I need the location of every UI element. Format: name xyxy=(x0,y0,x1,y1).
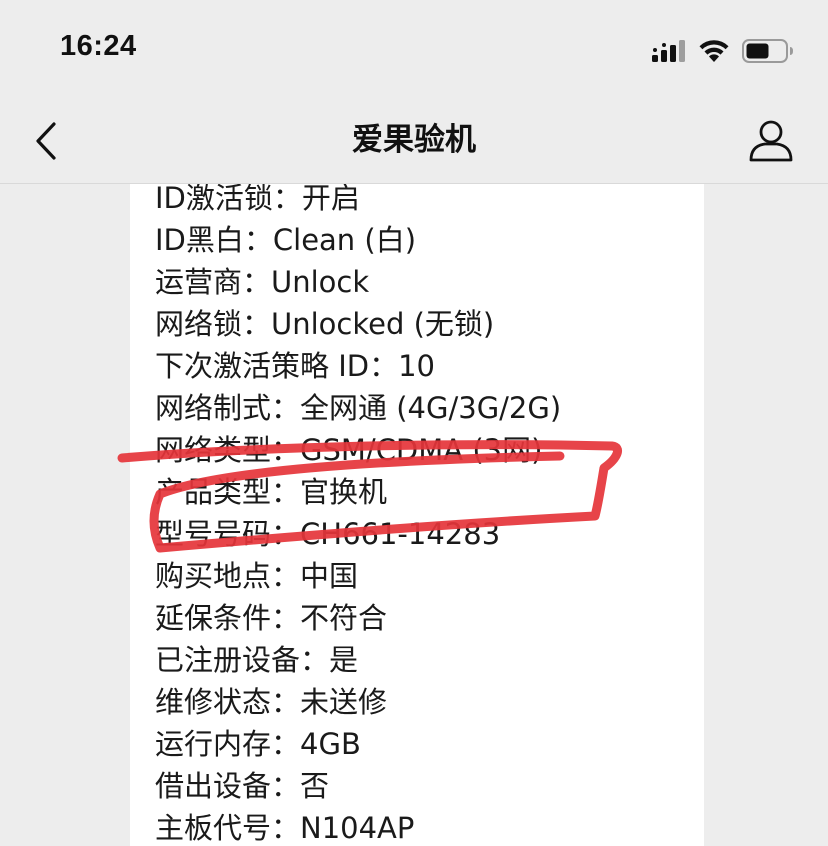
info-label: 主板代号： xyxy=(155,811,301,845)
info-row-registered-device: 已注册设备：是 xyxy=(155,639,561,681)
status-icons xyxy=(652,36,794,66)
info-value: 未送修 xyxy=(300,685,388,719)
info-row-activation-lock: ID激活锁：开启 xyxy=(155,184,561,219)
info-row-network-lock: 网络锁：Unlocked (无锁) xyxy=(155,303,561,345)
info-value: 10 xyxy=(398,349,436,383)
info-label: 运营商： xyxy=(155,265,272,299)
status-bar: 16:24 xyxy=(0,0,828,100)
info-value: 开启 xyxy=(301,184,360,215)
message-image-card: ID激活锁：开启 ID黑白：Clean (白) 运营商：Unlock 网络锁：U… xyxy=(130,184,704,846)
info-value: CH661-14283 xyxy=(300,517,501,551)
status-time: 16:24 xyxy=(60,30,137,62)
info-row-loaner-device: 借出设备：否 xyxy=(155,765,561,807)
info-label: ID黑白： xyxy=(155,223,273,257)
device-info-list: ID激活锁：开启 ID黑白：Clean (白) 运营商：Unlock 网络锁：U… xyxy=(155,184,561,846)
info-row-ram: 运行内存：4GB xyxy=(155,723,561,765)
info-row-network-type: 网络类型：GSM/CDMA (3网) xyxy=(155,429,561,471)
info-value: GSM/CDMA (3网) xyxy=(300,433,543,467)
info-label: 借出设备： xyxy=(155,769,301,803)
wifi-icon xyxy=(699,40,729,62)
info-value: 不符合 xyxy=(300,601,388,635)
info-label: 型号号码： xyxy=(155,517,301,551)
info-row-model-number: 型号号码：CH661-14283 xyxy=(155,513,561,555)
info-label: 网络锁： xyxy=(155,307,272,341)
info-value: 否 xyxy=(300,769,330,803)
info-value: 全网通 (4G/3G/2G) xyxy=(300,391,562,425)
info-label: 网络类型： xyxy=(155,433,301,467)
info-value: Clean (白) xyxy=(272,223,417,257)
info-value: 中国 xyxy=(300,559,359,593)
info-label: 延保条件： xyxy=(155,601,301,635)
info-label: 运行内存： xyxy=(155,727,301,761)
info-row-warranty-extension: 延保条件：不符合 xyxy=(155,597,561,639)
info-label: 下次激活策略 ID： xyxy=(155,349,399,383)
info-value: N104AP xyxy=(300,811,415,845)
info-value: 4GB xyxy=(300,727,361,761)
info-row-network-standard: 网络制式：全网通 (4G/3G/2G) xyxy=(155,387,561,429)
navigation-bar: 爱果验机 xyxy=(0,100,828,184)
info-label: 网络制式： xyxy=(155,391,301,425)
info-row-repair-status: 维修状态：未送修 xyxy=(155,681,561,723)
page-title: 爱果验机 xyxy=(352,122,476,158)
info-value: Unlock xyxy=(271,265,370,299)
info-row-id-blacklist: ID黑白：Clean (白) xyxy=(155,219,561,261)
info-row-purchase-location: 购买地点：中国 xyxy=(155,555,561,597)
info-label: 维修状态： xyxy=(155,685,301,719)
info-value: 官换机 xyxy=(300,475,388,509)
person-icon[interactable] xyxy=(748,118,794,164)
info-value: Unlocked (无锁) xyxy=(271,307,495,341)
info-label: 购买地点： xyxy=(155,559,301,593)
info-label: 已注册设备： xyxy=(155,643,330,677)
battery-icon xyxy=(742,39,793,63)
info-row-board-code: 主板代号：N104AP xyxy=(155,807,561,846)
info-value: 是 xyxy=(329,643,359,677)
info-label: 产品类型： xyxy=(155,475,301,509)
info-label: ID激活锁： xyxy=(155,184,302,215)
info-row-product-type: 产品类型：官换机 xyxy=(155,471,561,513)
info-row-next-activation-policy: 下次激活策略 ID：10 xyxy=(155,345,561,387)
cellular-signal-icon xyxy=(652,40,685,62)
info-row-carrier: 运营商：Unlock xyxy=(155,261,561,303)
